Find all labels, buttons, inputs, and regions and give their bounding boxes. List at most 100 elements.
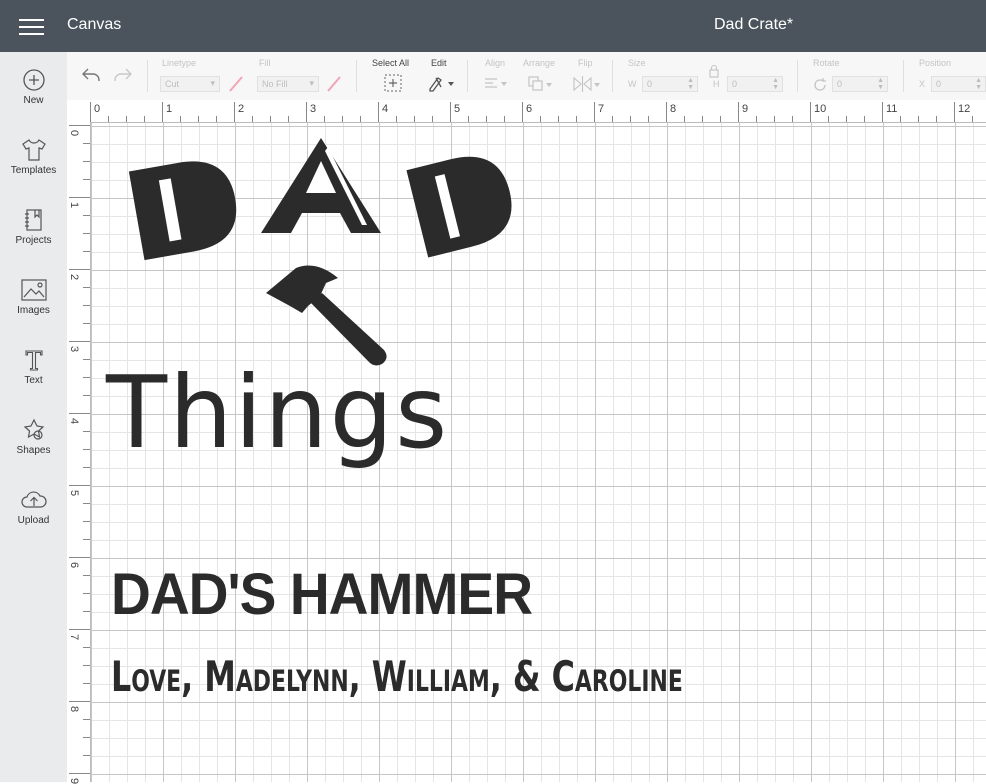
lock-icon[interactable]: [708, 64, 720, 78]
edit-tools-icon[interactable]: [427, 74, 455, 92]
ruler-left[interactable]: 0 1 2 3 4 5 6 7 8 9: [67, 122, 91, 784]
ruler-top-label: 6: [526, 103, 533, 115]
ruler-left-label: 9: [68, 778, 80, 784]
menu-icon[interactable]: [19, 19, 44, 35]
sidebar-item-projects[interactable]: Projects: [0, 208, 67, 268]
flip-icon[interactable]: [571, 75, 601, 93]
linetype-select[interactable]: Cut ▾: [160, 76, 220, 92]
plus-circle-icon: [22, 69, 45, 91]
sidebar-item-label: Images: [17, 305, 50, 316]
ruler-top-label: 1: [166, 103, 173, 115]
toolbar-divider: [797, 60, 798, 92]
ruler-top-label: 3: [310, 103, 317, 115]
design-dad-title[interactable]: [126, 133, 526, 268]
rotate-input[interactable]: 0 ▲ ▼: [832, 76, 888, 92]
ruler-left-label: 3: [68, 346, 80, 353]
redo-icon[interactable]: [113, 67, 133, 83]
arrange-icon[interactable]: [527, 75, 555, 93]
design-canvas[interactable]: Things DAD'S HAMMER Love, Madelynn, Will…: [91, 123, 986, 782]
select-all-label: Select All: [372, 58, 410, 68]
fill-color-swatch-icon[interactable]: [325, 74, 343, 94]
rotate-icon: [814, 78, 826, 91]
toolbar-divider: [903, 60, 904, 92]
ruler-top-label: 8: [670, 103, 677, 115]
design-love-text[interactable]: Love, Madelynn, William, & Caroline: [111, 648, 792, 706]
sidebar-item-label: Projects: [15, 235, 52, 246]
cloud-upload-icon: [20, 491, 47, 508]
letter-d-right: [406, 156, 512, 258]
h-label: H: [713, 79, 720, 89]
shirt-icon: [21, 139, 46, 161]
dads-hammer-text: DAD'S HAMMER: [111, 562, 533, 627]
undo-icon[interactable]: [81, 67, 101, 83]
image-icon: [20, 279, 47, 301]
letter-d-left: [128, 161, 237, 261]
ruler-left-label: 5: [68, 490, 80, 497]
ruler-top-label: 12: [958, 103, 971, 115]
flip-label: Flip: [578, 58, 593, 68]
height-value: 0: [732, 79, 738, 89]
sidebar-item-upload[interactable]: Upload: [0, 488, 67, 548]
x-label: X: [919, 79, 926, 89]
notebook-icon: [24, 209, 42, 231]
width-input[interactable]: 0 ▲ ▼: [642, 76, 698, 92]
chevron-down-icon: ▾: [309, 78, 314, 88]
stepper-icon: ▲ ▼: [687, 77, 694, 91]
width-value: 0: [647, 79, 653, 89]
select-all-icon[interactable]: [383, 73, 403, 93]
rotate-label: Rotate: [813, 58, 840, 68]
ruler-top[interactable]: 0 1 2 3 4 5 6 7 8 9 10 11 12: [90, 100, 986, 123]
sidebar-item-shapes[interactable]: Shapes: [0, 418, 67, 478]
ruler-top-label: 2: [238, 103, 245, 115]
arrange-label: Arrange: [523, 58, 556, 68]
ruler-corner: [67, 100, 91, 123]
design-things-text[interactable]: Things: [106, 363, 449, 463]
stepper-icon: ▲ ▼: [975, 77, 982, 91]
love-text: Love, Madelynn, William, & Caroline: [111, 652, 683, 701]
sidebar-item-label: Upload: [17, 515, 50, 526]
sidebar-item-images[interactable]: Images: [0, 278, 67, 338]
sidebar-item-new[interactable]: New: [0, 68, 67, 128]
sidebar-item-label: Text: [24, 375, 43, 386]
fill-value: No Fill: [262, 79, 288, 89]
toolbar-divider: [467, 60, 468, 92]
height-input[interactable]: 0 ▲ ▼: [727, 76, 783, 92]
chevron-down-icon: ▾: [210, 78, 215, 88]
dad-letters: [128, 138, 512, 261]
design-dads-hammer-text[interactable]: DAD'S HAMMER: [111, 563, 554, 627]
document-title[interactable]: Dad Crate*: [714, 16, 793, 34]
ruler-left-label: 2: [68, 274, 80, 281]
toolbar-divider: [147, 60, 148, 92]
fill-select[interactable]: No Fill ▾: [257, 76, 319, 92]
toolbar-divider: [356, 60, 357, 92]
linetype-color-swatch-icon[interactable]: [227, 74, 245, 94]
ruler-left-label: 7: [68, 634, 80, 641]
edit-label: Edit: [431, 58, 447, 68]
fill-label: Fill: [259, 58, 271, 68]
ruler-top-label: 5: [454, 103, 461, 115]
stepper-icon: ▲ ▼: [772, 77, 779, 91]
letter-a: [261, 138, 381, 233]
design-hammer-image[interactable]: [256, 258, 396, 368]
sidebar-item-label: Templates: [10, 165, 57, 176]
position-x-value: 0: [936, 79, 942, 89]
ruler-left-label: 6: [68, 562, 80, 569]
top-bar: Canvas Dad Crate*: [0, 0, 986, 52]
align-icon[interactable]: [483, 76, 509, 92]
sidebar-item-templates[interactable]: Templates: [0, 138, 67, 198]
linetype-value: Cut: [165, 79, 180, 89]
ruler-left-label: 8: [68, 706, 80, 713]
ruler-left-label: 0: [68, 130, 80, 137]
edit-toolbar: Linetype Cut ▾ Fill No Fill ▾ Select All E…: [67, 52, 986, 100]
sidebar-item-text[interactable]: Text: [0, 348, 67, 408]
left-sidebar: New Templates Projects Images Text Shape…: [0, 52, 67, 782]
hammer-icon: [266, 265, 387, 366]
ruler-top-ticks: [90, 102, 973, 122]
stepper-icon: ▲ ▼: [877, 77, 884, 91]
w-label: W: [628, 79, 637, 89]
position-x-input[interactable]: 0 ▲ ▼: [931, 76, 986, 92]
ruler-top-label: 11: [886, 103, 898, 115]
ruler-left-label: 4: [68, 418, 80, 425]
ruler-top-label: 10: [814, 103, 827, 115]
ruler-top-label: 9: [742, 103, 749, 115]
